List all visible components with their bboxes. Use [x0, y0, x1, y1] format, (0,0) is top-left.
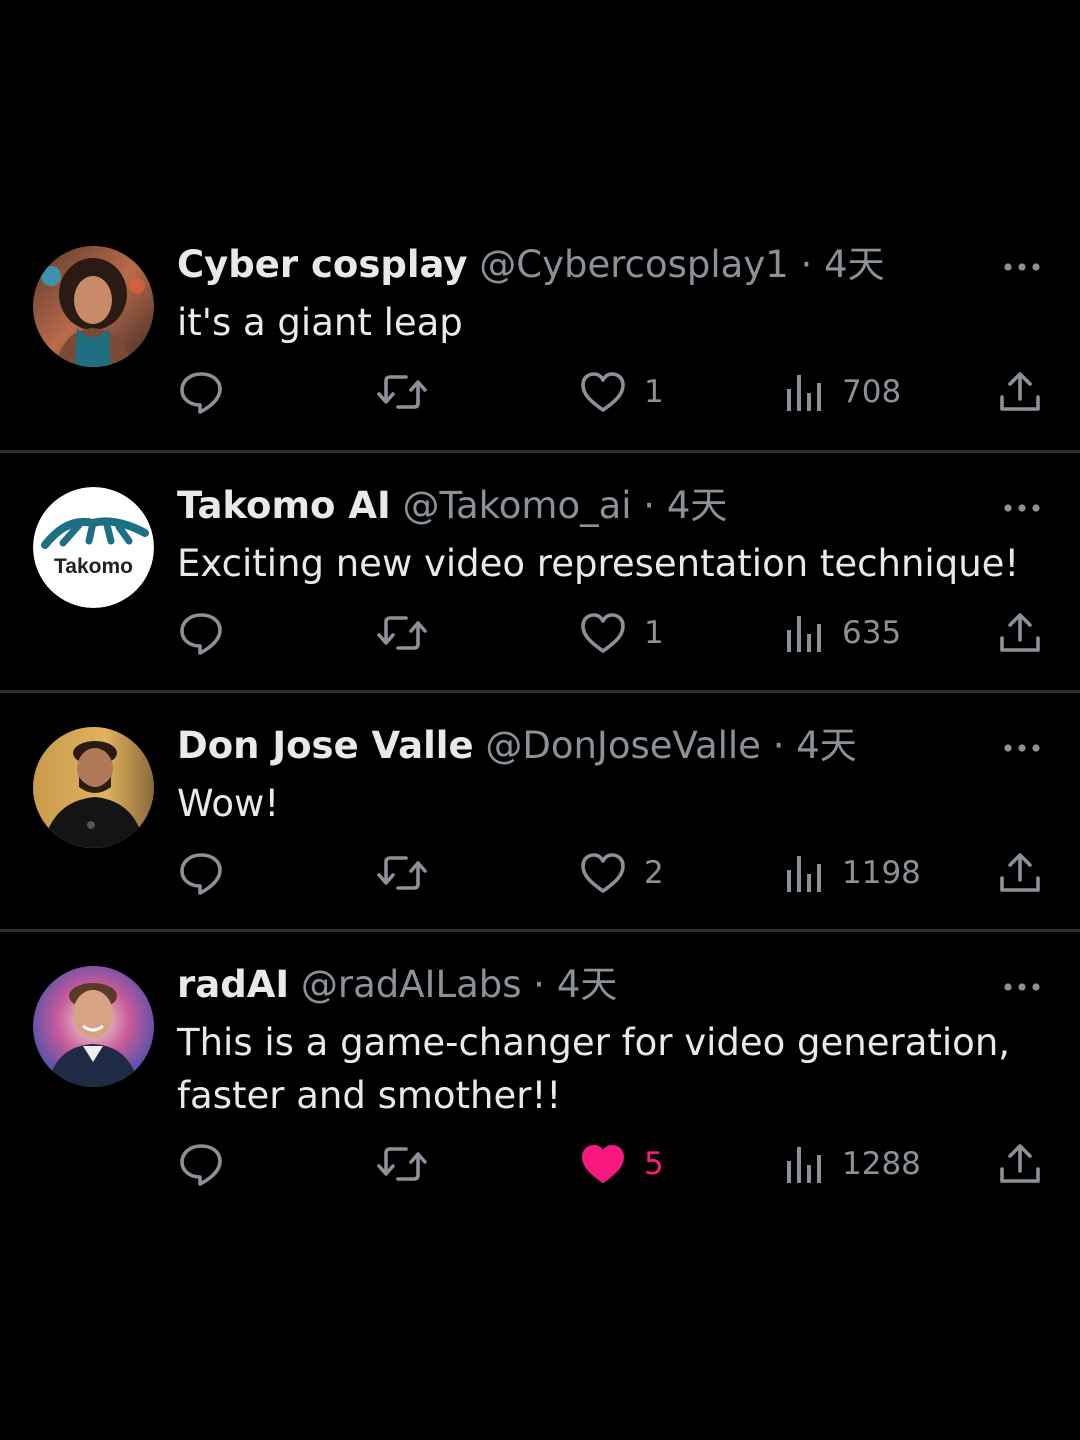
- takomo-logo-text: Takomo: [54, 555, 133, 578]
- speech-bubble-icon: [180, 613, 222, 655]
- more-button[interactable]: [1002, 258, 1042, 271]
- bar-chart-icon: [787, 375, 821, 411]
- view-count: 1288: [842, 1146, 921, 1182]
- bar-chart-icon: [787, 856, 821, 892]
- timestamp[interactable]: 4天: [667, 484, 728, 527]
- author-handle[interactable]: @Takomo_ai: [403, 484, 632, 527]
- view-count: 1198: [842, 855, 921, 891]
- share-upload-icon: [1000, 613, 1040, 652]
- action-bar: 2 1198: [0, 850, 1080, 896]
- tweet-header: Don Jose Valle @DonJoseValle · 4天: [177, 723, 857, 769]
- like-button[interactable]: 1: [580, 610, 664, 656]
- tweet-header: radAI @radAILabs · 4天: [177, 962, 617, 1008]
- tweet-text: it's a giant leap: [177, 301, 463, 344]
- share-button[interactable]: [998, 369, 1042, 415]
- author-handle[interactable]: @DonJoseValle: [485, 724, 761, 767]
- views-button[interactable]: 1198: [784, 850, 921, 896]
- avatar[interactable]: Takomo: [33, 487, 154, 608]
- more-button[interactable]: [1002, 499, 1042, 512]
- tweet-text: Exciting new video representation techni…: [177, 542, 1020, 585]
- tweet-header: Cyber cosplay @Cybercosplay1 · 4天: [177, 242, 885, 288]
- like-count: 1: [644, 615, 664, 651]
- author-name[interactable]: Don Jose Valle: [177, 724, 474, 767]
- timestamp[interactable]: 4天: [557, 963, 618, 1006]
- more-dots-icon: [1004, 983, 1040, 991]
- timestamp[interactable]: 4天: [824, 243, 885, 286]
- views-button[interactable]: 1288: [784, 1141, 921, 1187]
- author-handle[interactable]: @Cybercosplay1: [479, 243, 789, 286]
- retweet-button[interactable]: [376, 1141, 428, 1187]
- more-dots-icon: [1004, 744, 1040, 752]
- more-dots-icon: [1004, 504, 1040, 512]
- share-button[interactable]: [998, 610, 1042, 656]
- view-count: 635: [842, 615, 902, 651]
- header-separator: ·: [772, 724, 785, 767]
- retweet-button[interactable]: [376, 850, 428, 896]
- retweet-arrows-icon: [377, 856, 427, 890]
- timestamp[interactable]: 4天: [796, 724, 857, 767]
- tweet[interactable]: Don Jose Valle @DonJoseValle · 4天 Wow! 2…: [0, 693, 1080, 932]
- author-name[interactable]: radAI: [177, 963, 289, 1006]
- bar-chart-icon: [787, 1147, 821, 1183]
- like-button[interactable]: 2: [580, 850, 664, 896]
- more-button[interactable]: [1002, 978, 1042, 991]
- reply-button[interactable]: [178, 610, 224, 656]
- more-dots-icon: [1004, 263, 1040, 271]
- like-count: 2: [644, 855, 664, 891]
- like-count: 5: [644, 1146, 664, 1182]
- tweet[interactable]: Takomo Takomo AI @Takomo_ai · 4天 Excitin…: [0, 453, 1080, 693]
- avatar[interactable]: [33, 966, 154, 1087]
- tweet-text: Wow!: [177, 782, 280, 825]
- retweet-arrows-icon: [377, 375, 427, 409]
- retweet-arrows-icon: [377, 616, 427, 650]
- avatar[interactable]: [33, 727, 154, 848]
- tweet-feed: Cyber cosplay @Cybercosplay1 · 4天 it's a…: [0, 212, 1080, 1211]
- action-bar: 1 635: [0, 610, 1080, 656]
- heart-icon: [581, 613, 625, 653]
- reply-button[interactable]: [178, 369, 224, 415]
- speech-bubble-icon: [180, 1144, 222, 1186]
- tweet-header: Takomo AI @Takomo_ai · 4天: [177, 483, 727, 529]
- header-separator: ·: [643, 484, 656, 527]
- share-button[interactable]: [998, 1141, 1042, 1187]
- share-upload-icon: [1000, 372, 1040, 411]
- heart-icon: [581, 372, 625, 412]
- views-button[interactable]: 708: [784, 369, 901, 415]
- like-button[interactable]: 5: [580, 1141, 664, 1187]
- speech-bubble-icon: [180, 853, 222, 895]
- header-separator: ·: [800, 243, 813, 286]
- retweet-arrows-icon: [377, 1147, 427, 1181]
- bar-chart-icon: [787, 616, 821, 652]
- reply-button[interactable]: [178, 1141, 224, 1187]
- author-name[interactable]: Takomo AI: [177, 484, 391, 527]
- tweet-text: This is a game-changer for video generat…: [177, 1021, 1011, 1117]
- like-button[interactable]: 1: [580, 369, 664, 415]
- action-bar: 5 1288: [0, 1141, 1080, 1187]
- more-button[interactable]: [1002, 739, 1042, 752]
- view-count: 708: [842, 374, 902, 410]
- share-upload-icon: [1000, 853, 1040, 892]
- share-button[interactable]: [998, 850, 1042, 896]
- action-bar: 1 708: [0, 369, 1080, 415]
- reply-button[interactable]: [178, 850, 224, 896]
- avatar[interactable]: [33, 246, 154, 367]
- heart-filled-icon: [582, 1145, 624, 1183]
- speech-bubble-icon: [180, 372, 222, 414]
- header-separator: ·: [533, 963, 546, 1006]
- retweet-button[interactable]: [376, 610, 428, 656]
- tweet[interactable]: radAI @radAILabs · 4天 This is a game-cha…: [0, 932, 1080, 1211]
- retweet-button[interactable]: [376, 369, 428, 415]
- author-name[interactable]: Cyber cosplay: [177, 243, 467, 286]
- share-upload-icon: [1000, 1144, 1040, 1183]
- tweet[interactable]: Cyber cosplay @Cybercosplay1 · 4天 it's a…: [0, 212, 1080, 453]
- views-button[interactable]: 635: [784, 610, 901, 656]
- like-count: 1: [644, 374, 664, 410]
- author-handle[interactable]: @radAILabs: [301, 963, 522, 1006]
- heart-icon: [581, 853, 625, 893]
